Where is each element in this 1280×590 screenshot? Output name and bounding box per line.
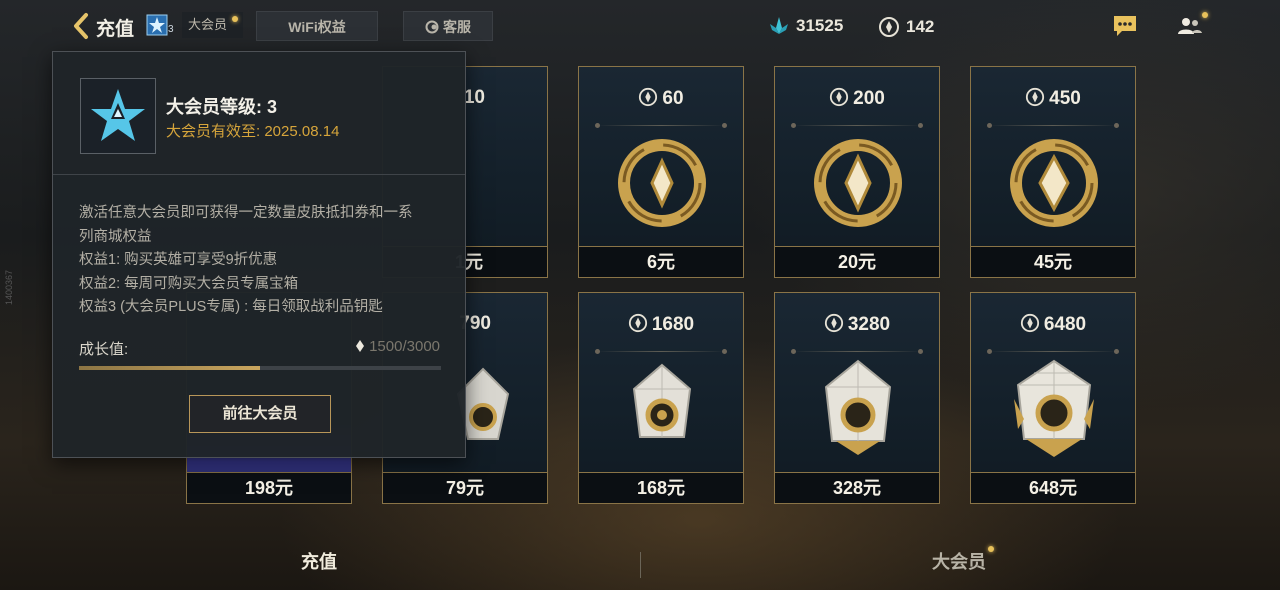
card-amount: 3280 bbox=[775, 313, 939, 336]
vip-benefits-description: 激活任意大会员即可获得一定数量皮肤抵扣券和一系 列商城权益 权益1: 购买英雄可… bbox=[79, 202, 449, 320]
vip-level-title: 大会员等级: 3 bbox=[166, 97, 278, 117]
card-divider bbox=[595, 349, 727, 354]
coin-icon bbox=[824, 313, 843, 333]
growth-progress-fill bbox=[79, 366, 260, 370]
friends-icon[interactable] bbox=[1176, 14, 1204, 40]
vip-valid-until: 大会员有效至: 2025.08.14 bbox=[166, 123, 340, 140]
card-divider bbox=[595, 123, 727, 128]
growth-label: 成长值: bbox=[79, 341, 129, 358]
card-amount: 450 bbox=[971, 87, 1135, 110]
card-price: 328元 bbox=[774, 472, 940, 504]
version-text: 1400367 bbox=[4, 270, 14, 306]
coin-icon bbox=[1020, 313, 1039, 333]
wifi-benefits-label: WiFi权益 bbox=[288, 19, 346, 35]
vip-level-number: 3 bbox=[168, 24, 174, 35]
recharge-card-1680[interactable]: 1680 168元 bbox=[578, 292, 744, 504]
card-amount-value: 60 bbox=[662, 88, 684, 109]
recharge-card-200[interactable]: 200 20元 bbox=[774, 66, 940, 278]
card-amount: 1680 bbox=[579, 313, 743, 336]
recharge-card-6480[interactable]: 6480 648元 bbox=[970, 292, 1136, 504]
coin-icon bbox=[628, 313, 647, 333]
vip-level-badge[interactable]: 3 bbox=[146, 14, 176, 38]
card-price: 198元 bbox=[186, 472, 352, 504]
card-amount: 6480 bbox=[971, 313, 1135, 336]
vip-emblem-icon bbox=[80, 78, 156, 154]
coin-icon bbox=[830, 87, 849, 107]
coin-balance: 142 bbox=[878, 16, 934, 38]
desc-line: 权益1: 购买英雄可享受9折优惠 bbox=[79, 252, 278, 268]
vip-star-icon bbox=[146, 14, 168, 36]
desc-line: 列商城权益 bbox=[79, 228, 152, 245]
card-divider bbox=[791, 349, 923, 354]
service-icon bbox=[425, 20, 439, 34]
coupon-balance-value: 31525 bbox=[796, 16, 844, 35]
go-to-vip-button[interactable]: 前往大会员 bbox=[189, 395, 331, 433]
card-price: 168元 bbox=[578, 472, 744, 504]
coin-ring-icon bbox=[618, 139, 706, 227]
growth-value-text: 1500/3000 bbox=[369, 338, 440, 355]
card-amount-value: 10 bbox=[463, 87, 485, 108]
card-amount-value: 450 bbox=[1049, 88, 1081, 109]
chat-icon[interactable] bbox=[1112, 14, 1140, 40]
desc-line: 权益2: 每周可购买大会员专属宝箱 bbox=[79, 275, 299, 292]
recharge-card-3280[interactable]: 3280 328元 bbox=[774, 292, 940, 504]
tab-divider bbox=[640, 552, 641, 578]
card-amount-value: 1680 bbox=[651, 314, 695, 335]
wifi-benefits-button[interactable]: WiFi权益 bbox=[256, 11, 378, 41]
tab-vip[interactable]: 大会员 bbox=[932, 548, 986, 574]
vip-level-popup: 大会员等级: 3 大会员有效至: 2025.08.14 激活任意大会员即可获得一… bbox=[52, 51, 466, 458]
card-amount-value: 200 bbox=[853, 88, 885, 109]
friends-notification-dot bbox=[1202, 12, 1208, 18]
gem-icon bbox=[356, 340, 365, 352]
coin-ring-icon bbox=[814, 139, 902, 227]
card-amount-value: 6480 bbox=[1043, 314, 1087, 335]
card-divider bbox=[987, 349, 1119, 354]
card-price: 6元 bbox=[578, 246, 744, 278]
crystal-icon bbox=[1014, 359, 1094, 457]
card-amount: 60 bbox=[579, 87, 743, 110]
customer-service-button[interactable]: 客服 bbox=[403, 11, 493, 41]
crystal-icon bbox=[632, 363, 692, 438]
card-amount-value: 3280 bbox=[847, 314, 891, 335]
coupon-balance: 31525 bbox=[768, 16, 843, 36]
desc-line: 权益3 (大会员PLUS专属) : 每日领取战利品钥匙 bbox=[79, 299, 383, 315]
page-title: 充值 bbox=[96, 19, 135, 40]
recharge-card-60[interactable]: 60 6元 bbox=[578, 66, 744, 278]
desc-line: 激活任意大会员即可获得一定数量皮肤抵扣券和一系 bbox=[79, 205, 413, 221]
coupon-crystal-icon bbox=[770, 17, 788, 34]
popup-divider bbox=[53, 174, 465, 175]
coin-balance-value: 142 bbox=[906, 17, 935, 36]
vip-chip-label: 大会员 bbox=[188, 17, 228, 32]
card-price: 45元 bbox=[970, 246, 1136, 278]
card-divider bbox=[987, 123, 1119, 128]
coin-icon bbox=[1026, 87, 1045, 107]
back-arrow-icon[interactable] bbox=[70, 12, 94, 40]
card-price: 648元 bbox=[970, 472, 1136, 504]
notification-dot bbox=[232, 16, 238, 22]
card-divider bbox=[791, 123, 923, 128]
card-amount: 200 bbox=[775, 87, 939, 110]
tab-recharge[interactable]: 充值 bbox=[301, 548, 337, 574]
top-bar: 充值 3 大会员 WiFi权益 客服 31525 142 bbox=[0, 0, 1280, 52]
vip-tab-notification-dot bbox=[988, 546, 994, 552]
card-price: 79元 bbox=[382, 472, 548, 504]
card-price: 20元 bbox=[774, 246, 940, 278]
coin-icon bbox=[639, 87, 658, 107]
growth-value: 1500/3000 bbox=[355, 338, 440, 355]
coin-icon bbox=[879, 17, 899, 37]
customer-service-label: 客服 bbox=[443, 19, 471, 35]
crystal-icon bbox=[824, 359, 892, 455]
growth-progress-bar bbox=[79, 366, 441, 370]
coin-ring-icon bbox=[1010, 139, 1098, 227]
recharge-card-450[interactable]: 450 45元 bbox=[970, 66, 1136, 278]
